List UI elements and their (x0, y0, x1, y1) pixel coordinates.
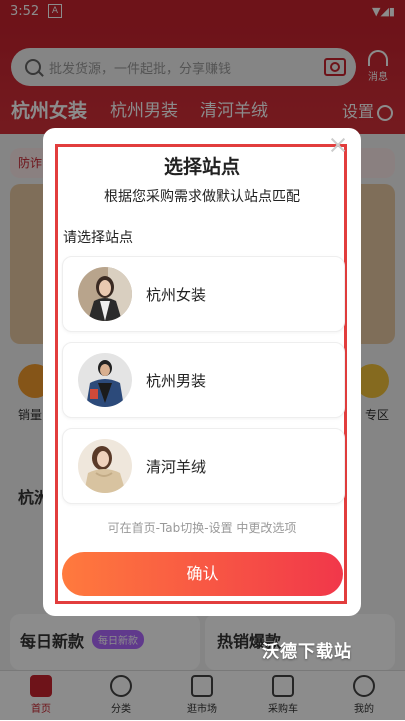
site-option-label: 杭州男装 (146, 372, 207, 390)
site-option-label: 清河羊绒 (146, 458, 207, 476)
select-label: 请选择站点 (63, 230, 133, 246)
avatar (78, 353, 132, 407)
dialog-subtitle: 根据您采购需求做默认站点匹配 (104, 189, 300, 205)
avatar (78, 439, 132, 493)
site-select-dialog: 选择站点 根据您采购需求做默认站点匹配 请选择站点 杭州女装 杭州男装 清河羊绒… (43, 128, 361, 616)
watermark: 沃德下载站 (262, 642, 352, 662)
dialog-hint: 可在首页-Tab切换-设置 中更改选项 (107, 521, 297, 535)
site-option-hangzhou-women[interactable]: 杭州女装 (62, 256, 345, 332)
dialog-title: 选择站点 (163, 156, 240, 178)
site-option-hangzhou-men[interactable]: 杭州男装 (62, 342, 345, 418)
confirm-button[interactable]: 确认 (62, 552, 343, 596)
site-option-qinghe-cashmere[interactable]: 清河羊绒 (62, 428, 345, 504)
avatar (78, 267, 132, 321)
site-option-label: 杭州女装 (146, 286, 207, 304)
